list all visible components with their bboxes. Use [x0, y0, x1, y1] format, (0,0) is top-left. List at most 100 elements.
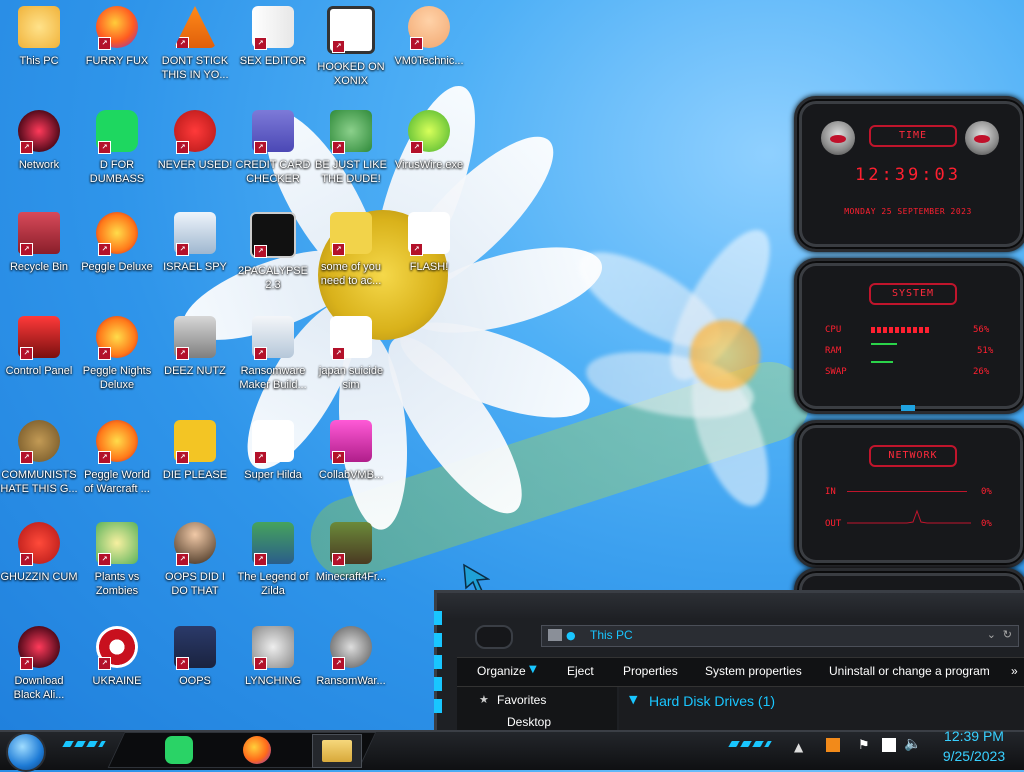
shortcut-overlay-icon: ↗	[176, 451, 189, 464]
desktop-icon-minecraft4fr[interactable]: ↗ Minecraft4Fr...	[312, 522, 390, 584]
desktop-icon-flash[interactable]: ↗ FLASH!	[390, 212, 468, 274]
uninstall-button[interactable]: Uninstall or change a program	[829, 664, 990, 678]
desktop-icon-vm0technic[interactable]: ↗ VM0Technic...	[390, 6, 468, 68]
desktop-icon-never-used[interactable]: ↗ NEVER USED!	[156, 110, 234, 172]
desktop-icon-viruswire[interactable]: ↗ VirusWire.exe	[390, 110, 468, 172]
taskbar-explorer-icon[interactable]	[312, 734, 362, 768]
vm0technic-icon: ↗	[408, 6, 450, 50]
tray-flag-icon[interactable]: ⚑	[858, 738, 870, 753]
taskbar-firefox-icon[interactable]	[238, 734, 276, 766]
nav-favorites[interactable]: Favorites	[497, 693, 546, 707]
taskbar-spotify-icon[interactable]	[160, 734, 198, 766]
hooked-on-xonix-icon: ↗	[327, 6, 375, 54]
nav-desktop[interactable]: Desktop	[507, 715, 551, 729]
desktop-icon-ukraine[interactable]: ↗ UKRAINE	[78, 626, 156, 688]
desktop-icon-ransomwar[interactable]: ↗ RansomWar...	[312, 626, 390, 688]
desktop-icon-2pacalypse[interactable]: ↗ 2PACALYPSE 2.3	[234, 212, 312, 292]
shortcut-overlay-icon: ↗	[20, 243, 33, 256]
favorites-star-icon: ★	[479, 693, 489, 706]
never-used-icon: ↗	[174, 110, 216, 154]
tray-network-icon[interactable]	[882, 738, 896, 752]
desktop-icon-credit-card-checker[interactable]: ↗ CREDIT CARD CHECKER	[234, 110, 312, 186]
explorer-window[interactable]: ● This PC ⌄ ↻ Organize ▼ Eject Propertie…	[434, 590, 1024, 733]
desktop-icon-oops-did-i[interactable]: ↗ OOPS DID I DO THAT	[156, 522, 234, 598]
desktop-icon-lynching[interactable]: ↗ LYNCHING	[234, 626, 312, 688]
desktop-icon-control-panel[interactable]: ↗ Control Panel	[0, 316, 78, 378]
explorer-titlebar[interactable]	[437, 593, 1024, 619]
shortcut-overlay-icon: ↗	[98, 553, 111, 566]
desktop-icon-peggle-wow[interactable]: ↗ Peggle World of Warcraft ...	[78, 420, 156, 496]
desktop-icon-recycle-bin[interactable]: ↗ Recycle Bin	[0, 212, 78, 274]
refresh-icon[interactable]: ↻	[1003, 628, 1012, 641]
start-button[interactable]	[6, 732, 46, 772]
network-in-value: 0%	[981, 487, 992, 497]
desktop-icon-label: BE JUST LIKE THE DUDE!	[315, 159, 387, 185]
communists-hate-icon: ↗	[18, 420, 60, 464]
address-bar[interactable]: ● This PC ⌄ ↻	[541, 625, 1019, 647]
desktop-icon-label: Recycle Bin	[9, 261, 69, 273]
desktop-icon-peggle-nights[interactable]: ↗ Peggle Nights Deluxe	[78, 316, 156, 392]
desktop-icon-furry-fux[interactable]: ↗ FURRY FUX	[78, 6, 156, 68]
desktop-icon-ransomware-maker[interactable]: ↗ Ransomware Maker Build...	[234, 316, 312, 392]
eject-button[interactable]: Eject	[567, 664, 594, 678]
desktop-icon-peggle-deluxe[interactable]: ↗ Peggle Deluxe	[78, 212, 156, 274]
peggle-deluxe-icon: ↗	[96, 212, 138, 256]
lynching-icon: ↗	[252, 626, 294, 670]
tray-volume-icon[interactable]: 🔈	[904, 736, 921, 752]
properties-button[interactable]: Properties	[623, 664, 678, 678]
desktop-icon-label: D FOR DUMBASS	[89, 159, 145, 185]
tray-update-icon[interactable]	[826, 738, 840, 752]
shortcut-overlay-icon: ↗	[20, 451, 33, 464]
taskbar-clock[interactable]: 12:39 PM	[932, 728, 1016, 744]
dont-stick-icon: ↗	[174, 6, 216, 48]
desktop-icon-dont-stick[interactable]: ↗ DONT STICK THIS IN YO...	[156, 6, 234, 82]
desktop-icon-ghuzzin-cum[interactable]: ↗ GHUZZIN CUM	[0, 522, 78, 584]
desktop-icon-deez-nutz[interactable]: ↗ DEEZ NUTZ	[156, 316, 234, 378]
shortcut-overlay-icon: ↗	[20, 553, 33, 566]
desktop-icon-japan-suicide-sim[interactable]: ↗ japan suicide sim	[312, 316, 390, 392]
desktop-icon-label: DONT STICK THIS IN YO...	[161, 55, 229, 81]
desktop-icon-plants-vs-zombies[interactable]: ↗ Plants vs Zombies	[78, 522, 156, 598]
desktop-icon-network[interactable]: ↗ Network	[0, 110, 78, 172]
desktop-icon-download-black-ali[interactable]: ↗ Download Black Ali...	[0, 626, 78, 702]
sex-editor-icon: ↗	[252, 6, 294, 50]
recycle-bin-icon: ↗	[18, 212, 60, 256]
desktop-icon-die-please[interactable]: ↗ DIE PLEASE	[156, 420, 234, 482]
hard-disk-drives-header[interactable]: Hard Disk Drives (1)	[649, 693, 775, 709]
desktop-icon-communists-hate[interactable]: ↗ COMMUNISTS HATE THIS G...	[0, 420, 78, 496]
desktop-icon-d-for-dumbass[interactable]: ↗ D FOR DUMBASS	[78, 110, 156, 186]
network-gadget[interactable]: NETWORK IN 0% OUT 0%	[794, 420, 1024, 568]
desktop-icon-be-just-like-the-dude[interactable]: ↗ BE JUST LIKE THE DUDE!	[312, 110, 390, 186]
nav-back-button[interactable]	[475, 625, 513, 649]
desktop-icon-some-of-you[interactable]: ↗ some of you need to ac...	[312, 212, 390, 288]
desktop-icon-label: CREDIT CARD CHECKER	[235, 159, 311, 185]
organize-dropdown-icon[interactable]: ▼	[529, 664, 537, 675]
alien-head-icon	[965, 121, 999, 155]
system-gadget[interactable]: SYSTEM CPU 56% RAM 51% SWAP 26%	[794, 258, 1024, 414]
time-gadget[interactable]: TIME 12:39:03 MONDAY 25 SEPTEMBER 2023	[794, 96, 1024, 252]
desktop-icon-collabvmb[interactable]: ↗ CollabVMB...	[312, 420, 390, 482]
system-properties-button[interactable]: System properties	[705, 664, 802, 678]
desktop-icon-label: FLASH!	[409, 261, 449, 273]
organize-button[interactable]: Organize	[477, 664, 526, 678]
address-dropdown-icon[interactable]: ⌄	[987, 628, 996, 641]
group-collapse-icon[interactable]: ▼	[629, 693, 637, 706]
desktop-icon-oops[interactable]: ↗ OOPS	[156, 626, 234, 688]
shortcut-overlay-icon: ↗	[176, 37, 189, 48]
desktop-icon-this-pc[interactable]: This PC	[0, 6, 78, 68]
desktop-icon-legend-of-zilda[interactable]: ↗ The Legend of Zilda	[234, 522, 312, 598]
shortcut-overlay-icon: ↗	[332, 657, 345, 670]
desktop-icon-sex-editor[interactable]: ↗ SEX EDITOR	[234, 6, 312, 68]
taskbar-date[interactable]: 9/25/2023	[932, 748, 1016, 764]
desktop-icon-label: Peggle Nights Deluxe	[82, 365, 152, 391]
network-gadget-title: NETWORK	[869, 445, 957, 467]
desktop-icon-israel-spy[interactable]: ↗ ISRAEL SPY	[156, 212, 234, 274]
more-commands-button[interactable]: »	[1011, 664, 1018, 678]
time-clock: 12:39:03	[855, 165, 961, 185]
desktop-icon-hooked-on-xonix[interactable]: ↗ HOOKED ON XONIX	[312, 6, 390, 88]
credit-card-checker-icon: ↗	[252, 110, 294, 154]
desktop-icon-super-hilda[interactable]: ↗ Super Hilda	[234, 420, 312, 482]
desktop-icon-label: COMMUNISTS HATE THIS G...	[0, 469, 78, 495]
show-hidden-icons-button[interactable]: ▲	[794, 740, 803, 754]
desktop-icon-label: japan suicide sim	[318, 365, 384, 391]
